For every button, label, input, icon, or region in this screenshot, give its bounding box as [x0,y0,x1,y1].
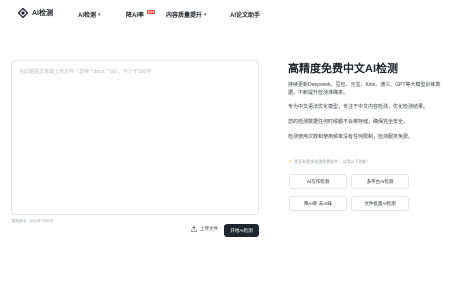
nav-item-paper-assistant[interactable]: AI论文助手 [230,10,260,19]
top-nav: AI检测 AI检测 ▾ 降AI率 HOT 内容质量提升 ▾ AI论文助手 [0,0,456,28]
feature-button-ai-writing-detect[interactable]: AI写作检测 [289,174,347,189]
nav-item-content-quality[interactable]: 内容质量提升 ▾ [166,10,207,20]
info-paragraph: 专为中文语法优化模型，专注于中文内容检测，优化检测结果。 [288,104,429,110]
feature-hint: ✧ 是否有更多检测免费软件，试用以下功能： [288,159,370,165]
feature-button-reduce-ai[interactable]: 降AI率·去AI味 [289,196,347,211]
sparkle-icon: ✧ [288,159,293,165]
info-paragraph: 您的检测数据任何时候都不会被存储，确保完全安全。 [288,119,409,125]
info-paragraph: 检测使用次数和使用频率没有任何限制，检测服务免费。 [288,134,414,140]
brand-logo-icon [18,8,28,18]
text-input-placeholder: 在此粘贴文本或上传文件（支持 *.docx, *.txt），不少于300字 [19,69,152,75]
feature-button-multi-platform-detect[interactable]: 多平台AI检测 [351,174,409,189]
nav-item-ai-detect[interactable]: AI检测 ▾ [78,10,101,20]
upload-file-label: 上传文件 [200,226,218,231]
nav-item-label: 内容质量提升 [166,13,203,19]
feature-hint-text: 是否有更多检测免费软件，试用以下功能： [294,159,371,164]
feature-button-batch-detect[interactable]: 文件批量AI检测 [351,196,409,211]
chevron-down-icon: ▾ [204,11,207,18]
nav-item-reduce-ai[interactable]: 降AI率 HOT [126,9,156,19]
nav-item-label: AI检测 [78,13,97,19]
brand-logo[interactable]: AI检测 [18,8,53,18]
hot-badge: HOT [147,9,156,14]
info-paragraph: 持续更新Deepseek、豆包、元宝、Kimi、通义、GPT等大模型训练数据，不… [288,82,441,96]
info-panel: 高精度免费中文AI检测 [288,60,448,76]
upload-icon [191,226,197,232]
page-title: 高精度免费中文AI检测 [288,63,398,75]
text-input-area[interactable]: 在此粘贴文本或上传文件（支持 *.docx, *.txt），不少于300字 [11,60,259,215]
upload-file-button[interactable]: 上传文件 [191,226,218,232]
brand-name: AI检测 [32,10,53,17]
nav-item-label: AI论文助手 [230,13,261,19]
model-version-note: 模型版本：2024年7月30日 [12,219,54,223]
start-detect-button[interactable]: 开始AI检测 [224,224,259,237]
nav-item-label: 降AI率 [126,13,145,19]
chevron-down-icon: ▾ [98,11,101,18]
